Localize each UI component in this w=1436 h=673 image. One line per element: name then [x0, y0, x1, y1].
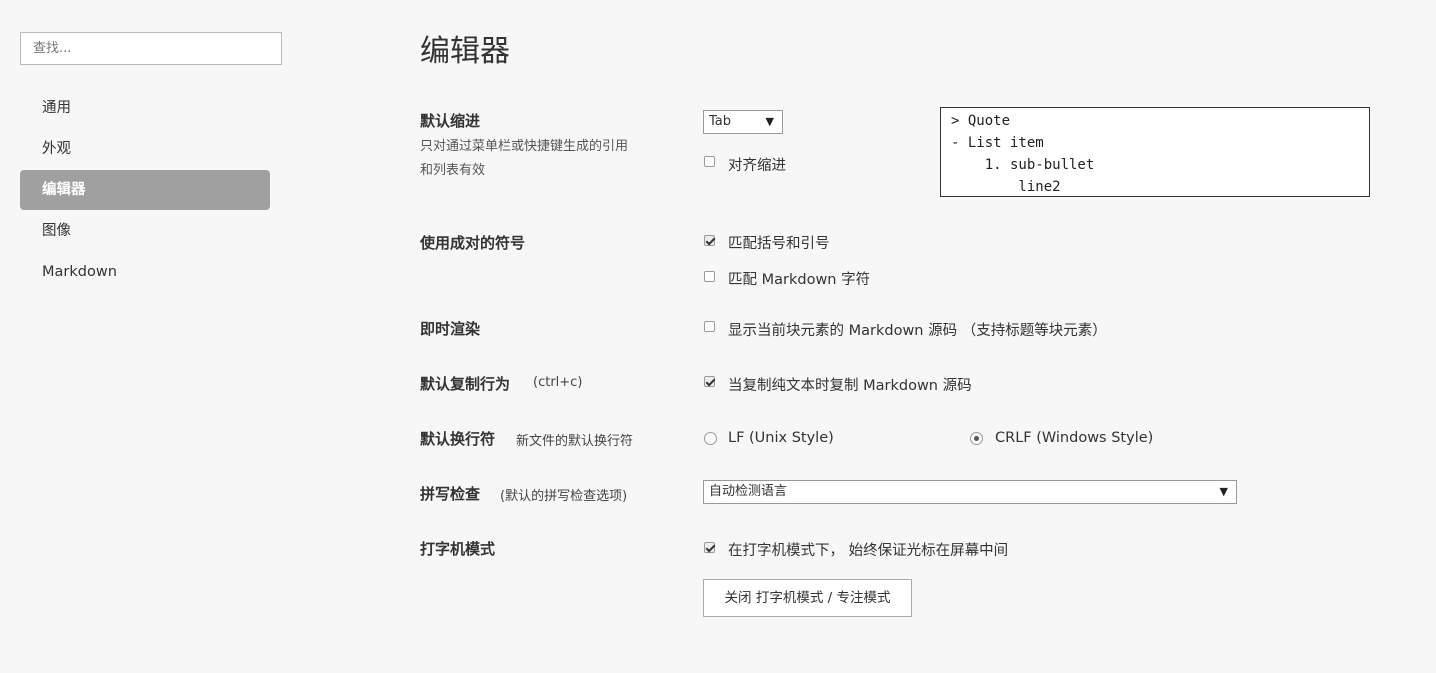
match-brackets-label: 匹配括号和引号: [728, 236, 830, 252]
close-typewriter-button[interactable]: 关闭 打字机模式 / 专注模式: [703, 579, 912, 617]
crlf-radio[interactable]: [970, 432, 983, 445]
typewriter-label: 打字机模式: [420, 540, 496, 558]
spellcheck-label: 拼写检查: [420, 485, 481, 503]
match-brackets-checkbox[interactable]: [704, 235, 715, 246]
indent-description-line-1: 只对通过菜单栏或快捷键生成的引用: [420, 139, 629, 154]
sidebar-item-general[interactable]: 通用: [20, 88, 270, 128]
indent-select[interactable]: Tab ▼: [703, 110, 783, 134]
sidebar-item-markdown[interactable]: Markdown: [20, 252, 270, 292]
sidebar-item-appearance[interactable]: 外观: [20, 129, 270, 169]
chevron-down-icon: ▼: [1219, 485, 1228, 498]
show-source-label: 显示当前块元素的 Markdown 源码 （支持标题等块元素）: [728, 323, 1107, 339]
sidebar-item-editor[interactable]: 编辑器: [20, 170, 270, 210]
match-markdown-checkbox[interactable]: [704, 271, 715, 282]
copy-markdown-label: 当复制纯文本时复制 Markdown 源码: [728, 378, 972, 394]
linebreak-hint: 新文件的默认换行符: [516, 434, 634, 449]
indent-description-line-2: 和列表有效: [420, 163, 486, 178]
lf-radio[interactable]: [704, 432, 717, 445]
spellcheck-select-value: 自动检测语言: [709, 484, 788, 499]
typewriter-checkbox[interactable]: [704, 542, 715, 553]
render-label: 即时渲染: [420, 320, 481, 338]
align-indent-label: 对齐缩进: [728, 158, 786, 174]
show-source-checkbox[interactable]: [704, 321, 715, 332]
search-input[interactable]: [20, 32, 282, 65]
copy-markdown-checkbox[interactable]: [704, 376, 715, 387]
indent-preview: > Quote - List item 1. sub-bullet line2: [940, 107, 1370, 197]
copy-hint: (ctrl+c): [533, 375, 583, 390]
indent-label: 默认缩进: [420, 112, 481, 130]
page-title: 编辑器: [420, 34, 510, 69]
align-indent-checkbox[interactable]: [704, 156, 715, 167]
sidebar-item-image[interactable]: 图像: [20, 211, 270, 251]
indent-select-value: Tab: [709, 114, 732, 129]
pairs-label: 使用成对的符号: [420, 234, 526, 252]
copy-label: 默认复制行为: [420, 375, 511, 393]
chevron-down-icon: ▼: [765, 115, 774, 128]
spellcheck-select[interactable]: 自动检测语言 ▼: [703, 480, 1237, 504]
match-markdown-label: 匹配 Markdown 字符: [728, 272, 871, 288]
typewriter-option-label: 在打字机模式下， 始终保证光标在屏幕中间: [728, 543, 1009, 559]
linebreak-label: 默认换行符: [420, 430, 496, 448]
crlf-label: CRLF (Windows Style): [995, 430, 1154, 446]
spellcheck-hint: (默认的拼写检查选项): [500, 489, 628, 504]
lf-label: LF (Unix Style): [728, 430, 834, 446]
